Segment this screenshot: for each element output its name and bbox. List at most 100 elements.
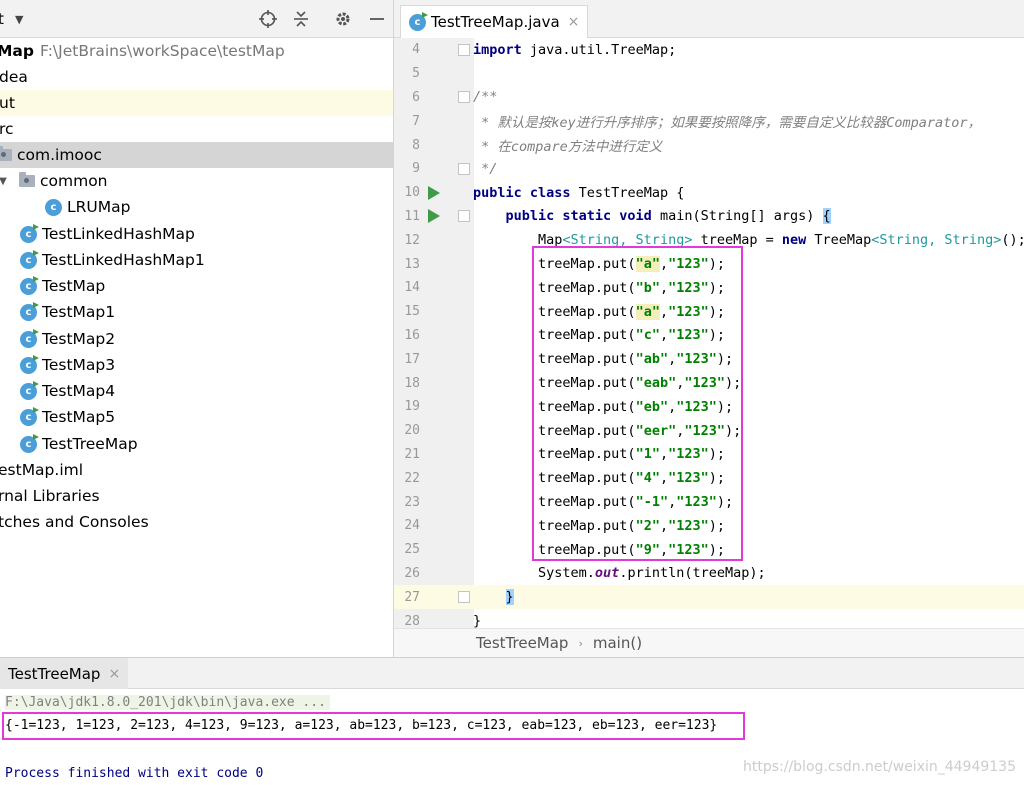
- hide-panel-icon[interactable]: [367, 9, 387, 29]
- tree-item-class[interactable]: c TestMap: [0, 273, 393, 299]
- project-view-title[interactable]: t: [0, 10, 4, 28]
- code-line: 17 treeMap.put("ab","123");: [394, 347, 1024, 371]
- code-line: 4 import java.util.TreeMap;: [394, 38, 1024, 62]
- runnable-class-icon: c: [20, 223, 39, 243]
- line-number: 25: [404, 542, 420, 558]
- fold-marker-icon[interactable]: [458, 210, 470, 223]
- code-text: treeMap.put("1","123");: [473, 446, 725, 463]
- code-line-current: 27 }: [394, 585, 1024, 610]
- code-text: treeMap.put("9","123");: [473, 541, 725, 558]
- tab-label: TestTreeMap.java: [431, 13, 560, 31]
- tree-item-class[interactable]: c TestLinkedHashMap: [0, 221, 393, 247]
- run-gutter-icon[interactable]: [428, 209, 440, 224]
- tree-item-package-com-imooc[interactable]: com.imooc: [0, 142, 393, 168]
- line-number: 9: [412, 161, 420, 177]
- line-number: 11: [404, 208, 420, 224]
- line-number: 24: [404, 518, 420, 534]
- code-text: treeMap.put("eab","123");: [473, 375, 742, 392]
- fold-marker-icon[interactable]: [458, 591, 470, 604]
- tree-item-label: com.imooc: [17, 146, 102, 164]
- runnable-class-icon: c: [20, 433, 39, 453]
- tree-item-out[interactable]: ut: [0, 90, 393, 116]
- fold-marker-icon[interactable]: [458, 162, 470, 175]
- tree-item-label: TestTreeMap: [42, 435, 138, 453]
- line-number: 8: [412, 137, 420, 153]
- breadcrumb-method[interactable]: main(): [593, 634, 642, 652]
- code-line: 6 /**: [394, 86, 1024, 110]
- code-line: 5: [394, 62, 1024, 86]
- code-text: treeMap.put("b","123");: [473, 279, 725, 296]
- code-text: treeMap.put("eb","123");: [473, 398, 734, 415]
- breadcrumb-class[interactable]: TestTreeMap: [476, 634, 568, 652]
- close-icon[interactable]: ×: [568, 14, 580, 30]
- project-toolbar: t ▼: [0, 0, 393, 38]
- run-tab-bar: TestTreeMap ×: [0, 657, 1024, 689]
- line-number: 12: [404, 232, 420, 248]
- tree-item-project-root[interactable]: Map F:\JetBrains\workSpace\testMap: [0, 38, 393, 64]
- tree-item-src[interactable]: rc: [0, 116, 393, 142]
- project-path: F:\JetBrains\workSpace\testMap: [39, 42, 285, 60]
- line-number: 7: [412, 113, 420, 129]
- line-number: 23: [404, 494, 420, 510]
- tree-item-external-libraries[interactable]: rnal Libraries: [0, 483, 393, 509]
- code-area[interactable]: 4 import java.util.TreeMap; 5 6 /** 7 * …: [394, 38, 1024, 630]
- line-number: 19: [404, 399, 420, 415]
- code-line: 21 treeMap.put("1","123");: [394, 443, 1024, 467]
- close-icon[interactable]: ×: [108, 666, 120, 682]
- line-number: 16: [404, 327, 420, 343]
- code-line: 9 */: [394, 157, 1024, 181]
- code-text: }: [505, 589, 514, 606]
- line-number: 6: [412, 89, 420, 105]
- tree-item-label: Map: [0, 42, 34, 60]
- tree-item-label: rnal Libraries: [0, 487, 100, 505]
- tree-item-class[interactable]: c TestMap5: [0, 404, 393, 430]
- tree-item-label: TestMap1: [42, 303, 116, 321]
- code-line: 13 treeMap.put("a","123");: [394, 252, 1024, 276]
- project-panel: t ▼ Map F:\JetBrains\workSpace\testMap d…: [0, 0, 394, 657]
- fold-marker-icon[interactable]: [458, 91, 470, 104]
- tree-item-class[interactable]: c TestMap4: [0, 378, 393, 404]
- code-line: 15 treeMap.put("a","123");: [394, 300, 1024, 324]
- chevron-down-icon[interactable]: ▼: [0, 176, 9, 187]
- code-text: */: [473, 160, 498, 177]
- tree-item-iml-file[interactable]: estMap.iml: [0, 457, 393, 483]
- tree-item-label: estMap.iml: [0, 461, 84, 479]
- line-number: 5: [412, 66, 420, 82]
- run-gutter-icon[interactable]: [428, 185, 440, 200]
- tab-testtreemap-java[interactable]: c TestTreeMap.java ×: [400, 5, 589, 38]
- collapse-all-icon[interactable]: [291, 9, 311, 29]
- tree-item-class[interactable]: c TestMap1: [0, 299, 393, 325]
- code-line: 23 treeMap.put("-1","123");: [394, 490, 1024, 514]
- tree-item-class[interactable]: c TestMap2: [0, 326, 393, 352]
- code-text: }: [473, 613, 482, 630]
- line-number: 4: [412, 42, 420, 58]
- line-number: 26: [404, 565, 420, 581]
- class-icon: c: [45, 198, 62, 216]
- tree-item-idea[interactable]: dea: [0, 64, 393, 90]
- tree-item-class[interactable]: c TestLinkedHashMap1: [0, 247, 393, 273]
- tree-item-class[interactable]: c TestMap3: [0, 352, 393, 378]
- runnable-class-icon: c: [20, 406, 39, 426]
- gear-icon[interactable]: [333, 9, 353, 29]
- fold-marker-icon[interactable]: [458, 43, 470, 56]
- runnable-class-icon: c: [20, 275, 39, 295]
- code-editor: c TestTreeMap.java × 4 import java.util.…: [394, 0, 1024, 657]
- code-line: 25 treeMap.put("9","123");: [394, 538, 1024, 562]
- code-text: System.out.println(treeMap);: [473, 565, 766, 582]
- code-text: * 在compare方法中进行定义: [473, 139, 663, 156]
- tree-item-package-common[interactable]: ▼ common: [0, 168, 393, 194]
- locate-icon[interactable]: [258, 9, 278, 29]
- code-line: 16 treeMap.put("c","123");: [394, 324, 1024, 348]
- code-line: 12 Map<String, String> treeMap = new Tre…: [394, 228, 1024, 252]
- runnable-class-icon: c: [20, 249, 39, 269]
- line-number: 22: [404, 470, 420, 486]
- tree-item-class-lrumap[interactable]: c LRUMap: [0, 194, 393, 220]
- console-output-line: {-1=123, 1=123, 2=123, 4=123, 9=123, a=1…: [5, 718, 718, 733]
- tab-run-testtreemap[interactable]: TestTreeMap ×: [0, 658, 129, 689]
- tree-item-class[interactable]: c TestTreeMap: [0, 431, 393, 457]
- code-line: 10 public class TestTreeMap {: [394, 181, 1024, 205]
- line-number: 17: [404, 351, 420, 367]
- view-dropdown-icon[interactable]: ▼: [15, 13, 23, 26]
- console-command-line[interactable]: F:\Java\jdk1.8.0_201\jdk\bin\java.exe ..…: [5, 695, 330, 710]
- tree-item-scratches[interactable]: tches and Consoles: [0, 509, 393, 535]
